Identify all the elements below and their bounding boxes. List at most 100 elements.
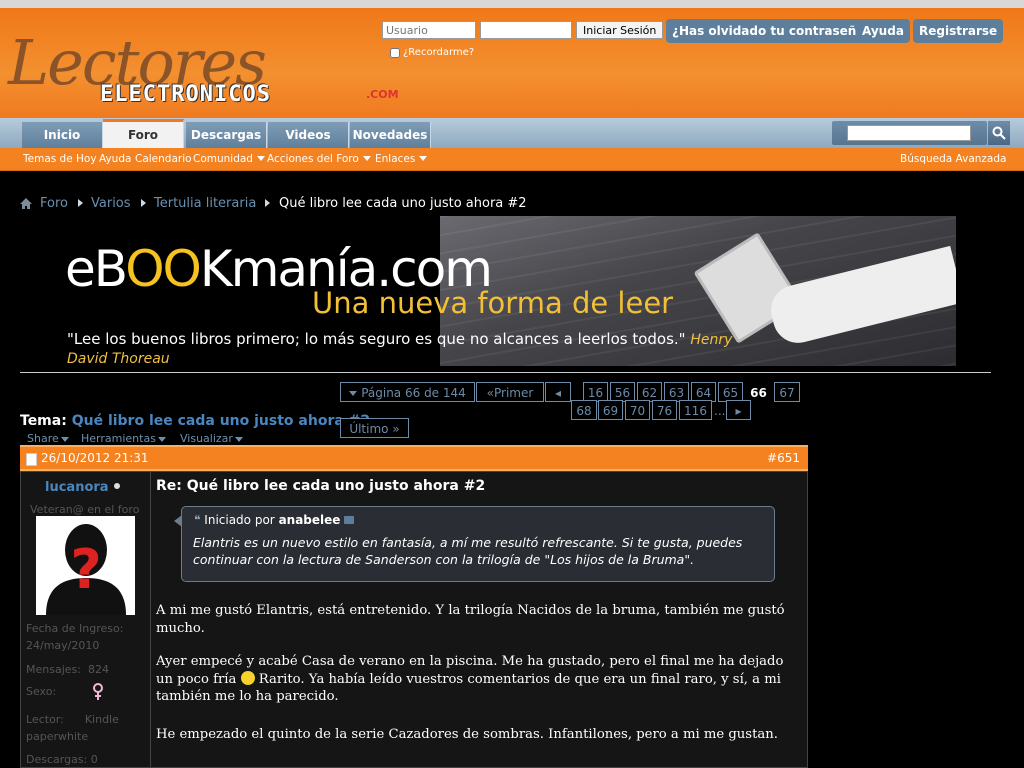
username-input[interactable] <box>382 21 476 39</box>
help-button[interactable]: Ayuda <box>856 19 910 43</box>
view-post-icon[interactable] <box>344 516 355 524</box>
search-input[interactable] <box>847 125 971 141</box>
logo-main-text[interactable]: ELECTRONICOS <box>100 82 271 107</box>
chevron-down-icon <box>234 437 243 442</box>
breadcrumb-foro[interactable]: Foro <box>40 196 68 211</box>
page-link[interactable]: 69 <box>598 400 623 420</box>
chevron-left-icon: ◂ <box>554 386 562 400</box>
page-link[interactable]: 56 <box>610 382 635 402</box>
subnav-temas-de-hoy[interactable]: Temas de Hoy <box>23 153 97 165</box>
quote-block: ❝ Iniciado por anabelee Elantris es un n… <box>174 506 775 582</box>
sex-info: Sexo: <box>26 683 56 700</box>
post-number-link[interactable]: #651 <box>767 451 800 465</box>
tools-menu[interactable]: Herramientas <box>81 432 166 445</box>
next-page-button[interactable]: ▸ <box>726 400 751 420</box>
advanced-search-link[interactable]: Búsqueda Avanzada <box>900 153 1006 165</box>
search-box <box>832 121 987 145</box>
post-title: Re: Qué libro lee cada uno justo ahora #… <box>156 478 486 494</box>
chevron-down-icon <box>419 156 428 161</box>
forgot-password-button[interactable]: ¿Has olvidado tu contraseña? <box>666 19 878 43</box>
thread-title-link[interactable]: Qué libro lee cada uno justo ahora #2 <box>72 413 370 429</box>
login-button[interactable]: Iniciar Sesión <box>576 21 664 39</box>
page-link[interactable]: 67 <box>774 382 800 402</box>
chevron-down-icon <box>362 156 371 161</box>
first-page-label: Primer <box>494 386 534 400</box>
page-link[interactable]: 76 <box>652 400 677 420</box>
login-form: Iniciar Sesión <box>382 21 664 39</box>
join-date-label: Fecha de Ingreso: <box>26 622 124 635</box>
breadcrumb-separator-icon <box>141 199 146 207</box>
tab-videos[interactable]: Videos <box>268 122 349 148</box>
subnav-calendario[interactable]: Calendario <box>135 153 192 165</box>
user-silhouette-icon: ? <box>46 524 126 615</box>
password-input[interactable] <box>480 21 572 39</box>
post-paragraph: A mi me gustó Elantris, está entretenido… <box>156 603 785 636</box>
smiley-icon <box>240 670 255 685</box>
avatar[interactable]: ? <box>36 516 135 615</box>
downloads-info: Descargas: 0 <box>26 751 98 768</box>
user-panel: lucanora Veteran@ en el foro ? Fecha de … <box>20 471 151 768</box>
breadcrumb-separator-icon <box>78 199 83 207</box>
chevron-down-icon <box>157 437 166 442</box>
banner-logo-book: OO <box>125 240 202 298</box>
tab-descargas[interactable]: Descargas <box>186 122 267 148</box>
tab-inicio[interactable]: Inicio <box>22 122 103 148</box>
last-page-button[interactable]: Último » <box>340 418 409 438</box>
divider <box>20 372 991 373</box>
quote-author-link[interactable]: anabelee <box>279 513 341 527</box>
page-link[interactable]: 63 <box>664 382 689 402</box>
subnav-acciones-del-foro[interactable]: Acciones del Foro <box>267 153 371 165</box>
sex-label: Sexo: <box>26 685 57 698</box>
reader-info: Lector: Kindle paperwhite <box>26 711 146 745</box>
search-button[interactable] <box>988 121 1010 145</box>
subnav-enlaces[interactable]: Enlaces <box>375 153 428 165</box>
home-icon[interactable] <box>20 198 32 209</box>
logo-com-text: .COM <box>366 88 399 101</box>
remember-checkbox[interactable] <box>390 47 400 58</box>
banner-quote-text: "Lee los buenos libros primero; lo más s… <box>67 330 686 348</box>
page-link[interactable]: 64 <box>691 382 716 402</box>
chevron-down-icon <box>60 437 69 442</box>
banner-tagline: Una nueva forma de leer <box>312 286 674 320</box>
pagination-ellipsis: ... <box>714 404 726 418</box>
first-page-button[interactable]: «Primer <box>476 382 544 402</box>
downloads-label: Descargas: <box>26 753 88 766</box>
username-link[interactable]: lucanora <box>45 480 109 495</box>
page-menu-label: Página 66 de 144 <box>361 386 466 400</box>
tab-novedades[interactable]: Novedades <box>350 122 431 148</box>
page-link[interactable]: 16 <box>583 382 608 402</box>
register-button[interactable]: Registrarse <box>913 19 1004 43</box>
breadcrumb-tertulia[interactable]: Tertulia literaria <box>154 196 256 211</box>
site-header: Lectores ELECTRONICOS .COM Iniciar Sesió… <box>0 8 1024 118</box>
page-menu-button[interactable]: Página 66 de 144 <box>340 382 475 402</box>
quote-icon: ❝ <box>194 513 201 527</box>
prev-page-button[interactable]: ◂ <box>545 382 571 402</box>
browser-top-strip <box>0 0 1024 8</box>
tab-foro[interactable]: Foro <box>103 119 184 148</box>
downloads-value: 0 <box>90 753 98 766</box>
page-link[interactable]: 68 <box>571 400 597 420</box>
subnav-comunidad[interactable]: Comunidad <box>193 153 265 165</box>
quote-started-by: Iniciado por <box>204 513 275 527</box>
breadcrumb-current: Qué libro lee cada uno justo ahora #2 <box>279 196 527 211</box>
page-link[interactable]: 65 <box>718 382 743 402</box>
ebookmania-banner[interactable]: eBOOKmanía.com Una nueva forma de leer "… <box>20 216 956 366</box>
chevron-down-icon <box>256 156 265 161</box>
page-link[interactable]: 116 <box>679 400 712 420</box>
user-title: Veteran@ en el foro <box>30 503 140 516</box>
view-menu[interactable]: Visualizar <box>180 432 243 445</box>
remember-me[interactable]: ¿Recordarme? <box>390 47 474 58</box>
breadcrumb-varios[interactable]: Varios <box>91 196 131 211</box>
current-page: 66 <box>745 382 772 402</box>
double-left-icon: « <box>486 386 495 400</box>
quote-text: Elantris es un nuevo estilo en fantasía,… <box>193 535 743 567</box>
page-link[interactable]: 62 <box>637 382 662 402</box>
join-date-value: 24/may/2010 <box>26 639 100 652</box>
subnav-ayuda[interactable]: Ayuda <box>99 153 131 165</box>
online-status-icon <box>114 483 120 489</box>
subnav-enlaces-label: Enlaces <box>375 153 416 165</box>
page-link[interactable]: 70 <box>625 400 650 420</box>
posts-label: Mensajes: <box>26 663 81 676</box>
double-right-icon: » <box>392 422 400 436</box>
share-menu[interactable]: Share <box>27 432 69 445</box>
